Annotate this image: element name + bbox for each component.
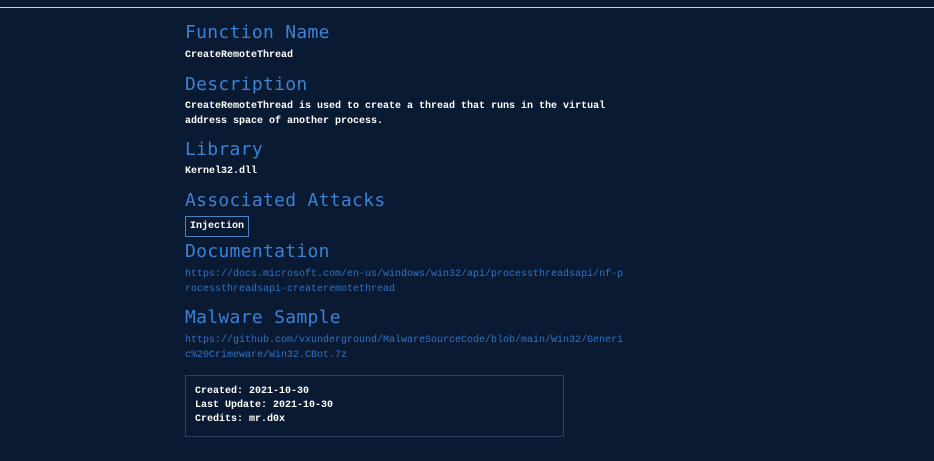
function-name-section: Function Name CreateRemoteThread bbox=[185, 22, 635, 63]
function-name-heading: Function Name bbox=[185, 22, 330, 43]
documentation-link[interactable]: https://docs.microsoft.com/en-us/windows… bbox=[185, 267, 625, 297]
library-value: Kernel32.dll bbox=[185, 166, 258, 177]
last-update-date: Last Update: 2021-10-30 bbox=[195, 400, 334, 411]
malware-sample-link[interactable]: https://github.com/vxunderground/Malware… bbox=[185, 333, 625, 363]
metadata-box: Created: 2021-10-30 Last Update: 2021-10… bbox=[185, 375, 564, 437]
description-heading: Description bbox=[185, 74, 308, 95]
credits: Credits: mr.d0x bbox=[195, 414, 286, 425]
library-heading: Library bbox=[185, 139, 263, 160]
function-name-value: CreateRemoteThread bbox=[185, 50, 294, 61]
malware-sample-section: Malware Sample https://github.com/vxunde… bbox=[185, 307, 635, 363]
api-detail-panel: Function Name CreateRemoteThread Descrip… bbox=[185, 22, 635, 363]
description-section: Description CreateRemoteThread is used t… bbox=[185, 74, 635, 129]
associated-attacks-section: Associated Attacks Injection bbox=[185, 190, 635, 237]
documentation-section: Documentation https://docs.microsoft.com… bbox=[185, 241, 635, 297]
documentation-heading: Documentation bbox=[185, 241, 330, 262]
header-divider bbox=[0, 7, 934, 8]
associated-attacks-heading: Associated Attacks bbox=[185, 190, 386, 211]
malware-sample-heading: Malware Sample bbox=[185, 307, 341, 328]
created-date: Created: 2021-10-30 bbox=[195, 386, 310, 397]
attack-tag-injection[interactable]: Injection bbox=[185, 216, 250, 237]
description-text: CreateRemoteThread is used to create a t… bbox=[185, 101, 606, 127]
library-section: Library Kernel32.dll bbox=[185, 139, 635, 179]
